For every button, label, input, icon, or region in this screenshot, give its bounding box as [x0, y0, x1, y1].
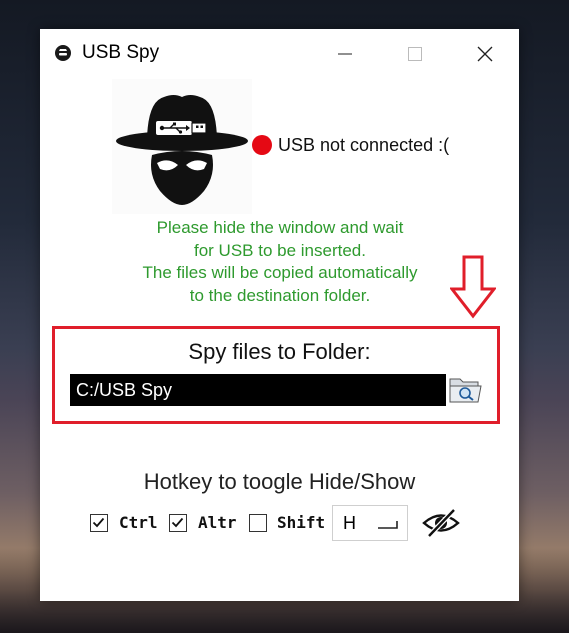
hotkey-key-field[interactable]: H	[332, 505, 408, 541]
status-text: USB not connected :(	[278, 134, 450, 155]
down-arrow-icon	[450, 255, 496, 319]
title-bar[interactable]: USB Spy	[40, 29, 519, 77]
ctrl-label: Ctrl	[119, 513, 158, 532]
spy-logo	[112, 79, 252, 214]
shift-label: Shift	[277, 513, 326, 532]
altr-checkbox[interactable]	[169, 514, 187, 532]
eye-slash-icon[interactable]	[421, 506, 461, 540]
shift-checkbox[interactable]	[249, 514, 267, 532]
spy-app-icon	[55, 45, 71, 61]
folder-search-icon[interactable]	[448, 375, 484, 405]
instruction-line: Please hide the window and wait	[156, 218, 404, 237]
status-indicator-dot	[252, 135, 272, 155]
window-title: USB Spy	[82, 42, 160, 63]
maximize-icon[interactable]	[402, 41, 428, 67]
instruction-line: The files will be copied automatically	[142, 263, 418, 282]
enter-key-icon	[378, 521, 398, 529]
instruction-line: for USB to be inserted.	[194, 240, 366, 260]
instruction-line: to the destination folder.	[189, 285, 371, 305]
ctrl-checkbox[interactable]	[90, 514, 108, 532]
close-icon[interactable]	[472, 41, 498, 67]
altr-label: Altr	[198, 513, 237, 532]
destination-path-field[interactable]: C:/USB Spy	[70, 374, 446, 406]
connection-status: USB not connected :(	[252, 133, 449, 157]
minimize-icon[interactable]	[332, 41, 358, 67]
instructions-text: Please hide the window and wait for USB …	[80, 217, 480, 307]
folder-label: Spy files to Folder:	[188, 339, 371, 364]
hotkey-key-value: H	[343, 513, 356, 533]
hotkey-label: Hotkey to toogle Hide/Show	[143, 469, 416, 494]
app-window: USB Spy USB not connected:(Please hide…	[40, 29, 519, 601]
